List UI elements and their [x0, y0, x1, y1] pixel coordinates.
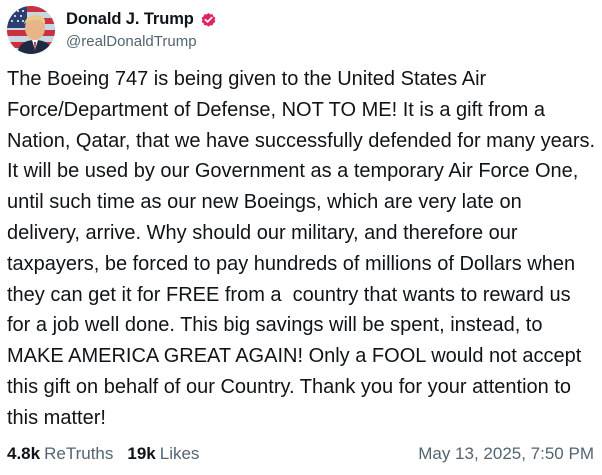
post-timestamp[interactable]: May 13, 2025, 7:50 PM	[418, 444, 594, 464]
likes-label: Likes	[159, 444, 200, 463]
author-handle[interactable]: @realDonaldTrump	[66, 33, 197, 50]
post-card: Donald J. Trump @realDonaldTrump The Boe…	[0, 0, 602, 475]
retruths-stat[interactable]: 4.8k ReTruths	[7, 444, 113, 464]
author-name-row: Donald J. Trump	[66, 8, 217, 30]
likes-stat[interactable]: 19k Likes	[127, 444, 199, 464]
author-display-name[interactable]: Donald J. Trump	[66, 10, 194, 29]
avatar-image	[7, 6, 55, 54]
post-text: The Boeing 747 is being given to the Uni…	[7, 68, 601, 429]
avatar[interactable]	[7, 6, 55, 54]
retruths-label: ReTruths	[44, 444, 114, 463]
retruths-count: 4.8k	[7, 444, 41, 463]
verified-badge-icon	[200, 11, 217, 28]
post-footer: 4.8k ReTruths 19k Likes May 13, 2025, 7:…	[7, 441, 594, 467]
likes-count: 19k	[127, 444, 156, 463]
